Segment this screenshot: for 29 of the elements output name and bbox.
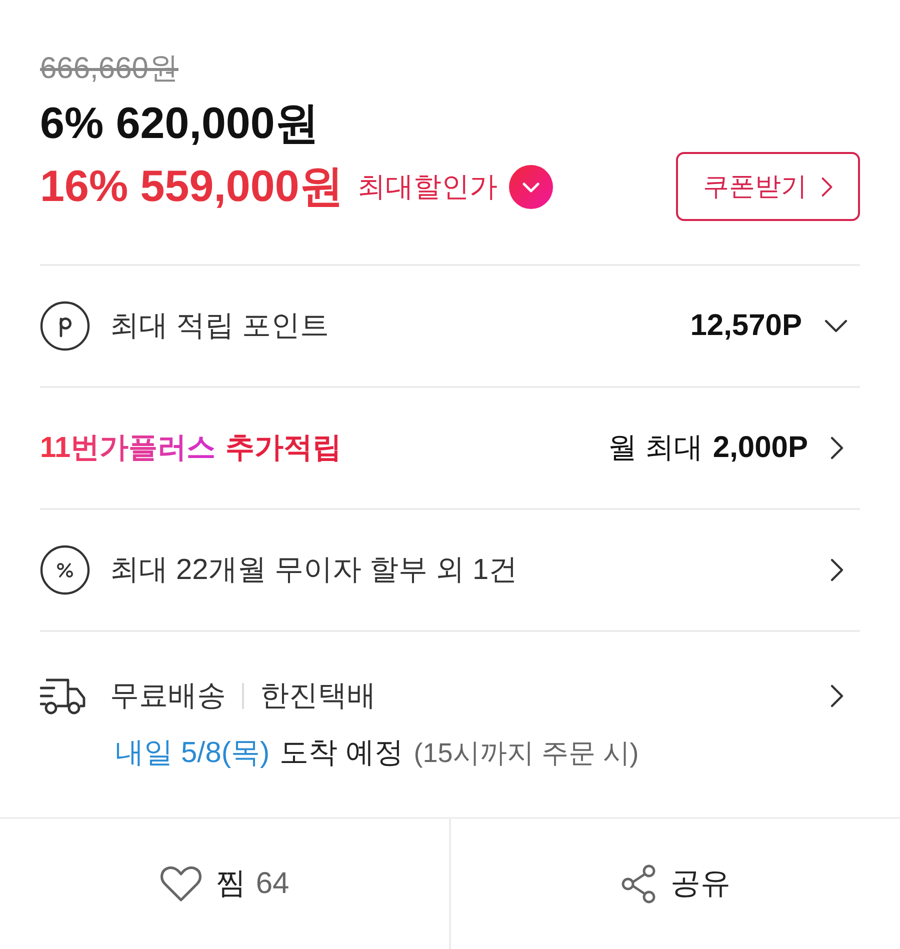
point-coin-icon	[40, 301, 90, 351]
percent-circle-icon	[40, 545, 90, 595]
extra-points-value: 2,000P	[712, 430, 808, 466]
order-cutoff-note: (15시까지 주문 시)	[414, 737, 639, 770]
installment-label: 최대 22개월 무이자 할부 외 1건	[110, 553, 518, 588]
max-discount-label: 최대할인가	[357, 170, 498, 204]
original-price: 666,660원	[40, 51, 178, 87]
truck-icon	[40, 676, 86, 716]
heart-icon	[160, 865, 202, 903]
coupon-button[interactable]: 쿠폰받기	[676, 152, 860, 221]
points-label: 최대 적립 포인트	[110, 309, 330, 344]
wishlist-button[interactable]: 찜 64	[0, 819, 449, 949]
share-icon	[620, 864, 656, 904]
chevron-down-icon[interactable]	[824, 319, 848, 333]
share-button[interactable]: 공유	[449, 819, 900, 949]
chevron-badge-icon[interactable]	[509, 164, 554, 208]
max-discount-price: 16% 559,000원	[40, 162, 344, 212]
extra-points-label: 추가적립	[226, 431, 342, 466]
carrier-name: 한진택배	[260, 679, 376, 714]
chevron-right-icon	[821, 176, 833, 198]
arrival-label: 도착 예정	[280, 736, 404, 771]
points-value: 12,570P	[690, 308, 802, 344]
chevron-right-icon[interactable]	[830, 684, 844, 708]
chevron-right-icon[interactable]	[830, 436, 844, 460]
arrival-date: 내일 5/8(목)	[115, 736, 270, 771]
chevron-right-icon[interactable]	[830, 558, 844, 582]
sale-price: 6% 620,000원	[40, 99, 319, 149]
shipping-label: 무료배송	[110, 679, 226, 714]
monthly-max-label: 월 최대	[608, 431, 703, 466]
